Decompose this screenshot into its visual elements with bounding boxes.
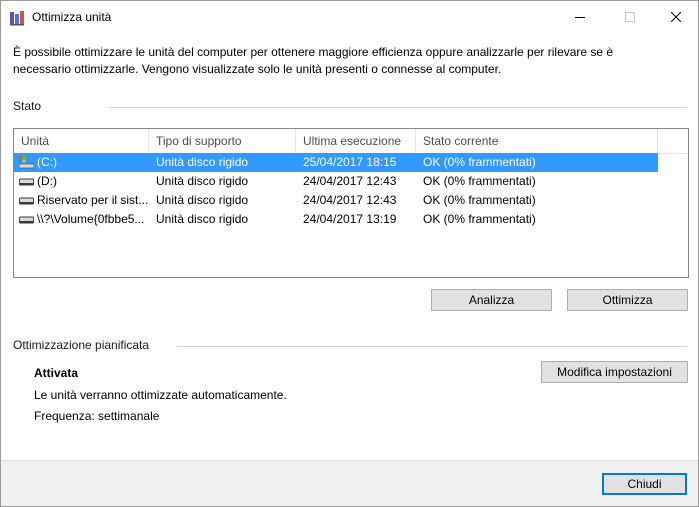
intro-line-2: necessario ottimizzarle. Vengono visuali…	[13, 62, 502, 76]
schedule-section-label: Ottimizzazione pianificata	[13, 338, 150, 352]
column-header-last-run[interactable]: Ultima esecuzione	[296, 129, 416, 153]
title-bar: Ottimizza unità	[1, 1, 698, 33]
column-header-media-type[interactable]: Tipo di supporto	[149, 129, 296, 153]
media-type: Unità disco rigido	[156, 174, 249, 188]
drives-list[interactable]: Unità Tipo di supporto Ultima esecuzione…	[13, 128, 689, 278]
intro-text: È possibile ottimizzare le unità del com…	[13, 44, 673, 78]
drive-row-volume[interactable]: \\?\Volume{0fbbe5... Unità disco rigido …	[14, 210, 658, 229]
change-settings-button[interactable]: Modifica impostazioni	[541, 361, 688, 383]
last-run: 25/04/2017 18:15	[303, 155, 397, 169]
column-header-current-status[interactable]: Stato corrente	[416, 129, 658, 153]
schedule-divider	[177, 346, 687, 347]
windows-drive-icon	[19, 156, 34, 169]
hard-drive-icon	[19, 216, 34, 224]
defrag-app-icon	[10, 11, 24, 26]
drives-list-header: Unità Tipo di supporto Ultima esecuzione…	[14, 129, 688, 154]
close-window-button[interactable]	[653, 1, 698, 33]
last-run: 24/04/2017 12:43	[303, 193, 397, 207]
media-type: Unità disco rigido	[156, 212, 249, 226]
maximize-button[interactable]	[607, 1, 653, 33]
optimize-button[interactable]: Ottimizza	[567, 289, 688, 311]
current-status: OK (0% frammentati)	[423, 174, 536, 188]
status-divider	[109, 107, 687, 108]
current-status: OK (0% frammentati)	[423, 155, 536, 169]
drive-row-d[interactable]: (D:) Unità disco rigido 24/04/2017 12:43…	[14, 172, 658, 191]
current-status: OK (0% frammentati)	[423, 212, 536, 226]
close-button[interactable]: Chiudi	[602, 473, 687, 495]
media-type: Unità disco rigido	[156, 155, 249, 169]
optimize-drives-window: Ottimizza unità È possibile ottimizzare …	[0, 0, 699, 507]
media-type: Unità disco rigido	[156, 193, 249, 207]
minimize-icon	[575, 17, 585, 18]
drive-name: Riservato per il sist...	[37, 193, 149, 207]
footer-bar: Chiudi	[1, 460, 698, 506]
drive-name: (C:)	[37, 155, 57, 169]
column-header-drive[interactable]: Unità	[14, 129, 149, 153]
drive-row-system-reserved[interactable]: Riservato per il sist... Unità disco rig…	[14, 191, 658, 210]
drive-name: (D:)	[37, 174, 57, 188]
drive-name: \\?\Volume{0fbbe5...	[37, 212, 145, 226]
hard-drive-icon	[19, 197, 34, 205]
close-icon	[671, 12, 681, 22]
maximize-icon	[625, 12, 635, 22]
status-section-label: Stato	[13, 99, 42, 113]
current-status: OK (0% frammentati)	[423, 193, 536, 207]
schedule-description: Le unità verranno ottimizzate automatica…	[34, 388, 287, 402]
window-title: Ottimizza unità	[32, 10, 112, 24]
analyze-button[interactable]: Analizza	[431, 289, 552, 311]
last-run: 24/04/2017 13:19	[303, 212, 397, 226]
minimize-button[interactable]	[557, 1, 603, 33]
schedule-status: Attivata	[34, 366, 79, 380]
drive-row-c[interactable]: (C:) Unità disco rigido 25/04/2017 18:15…	[14, 153, 658, 172]
schedule-frequency: Frequenza: settimanale	[34, 409, 160, 423]
last-run: 24/04/2017 12:43	[303, 174, 397, 188]
hard-drive-icon	[19, 178, 34, 186]
intro-line-1: È possibile ottimizzare le unità del com…	[13, 45, 614, 59]
